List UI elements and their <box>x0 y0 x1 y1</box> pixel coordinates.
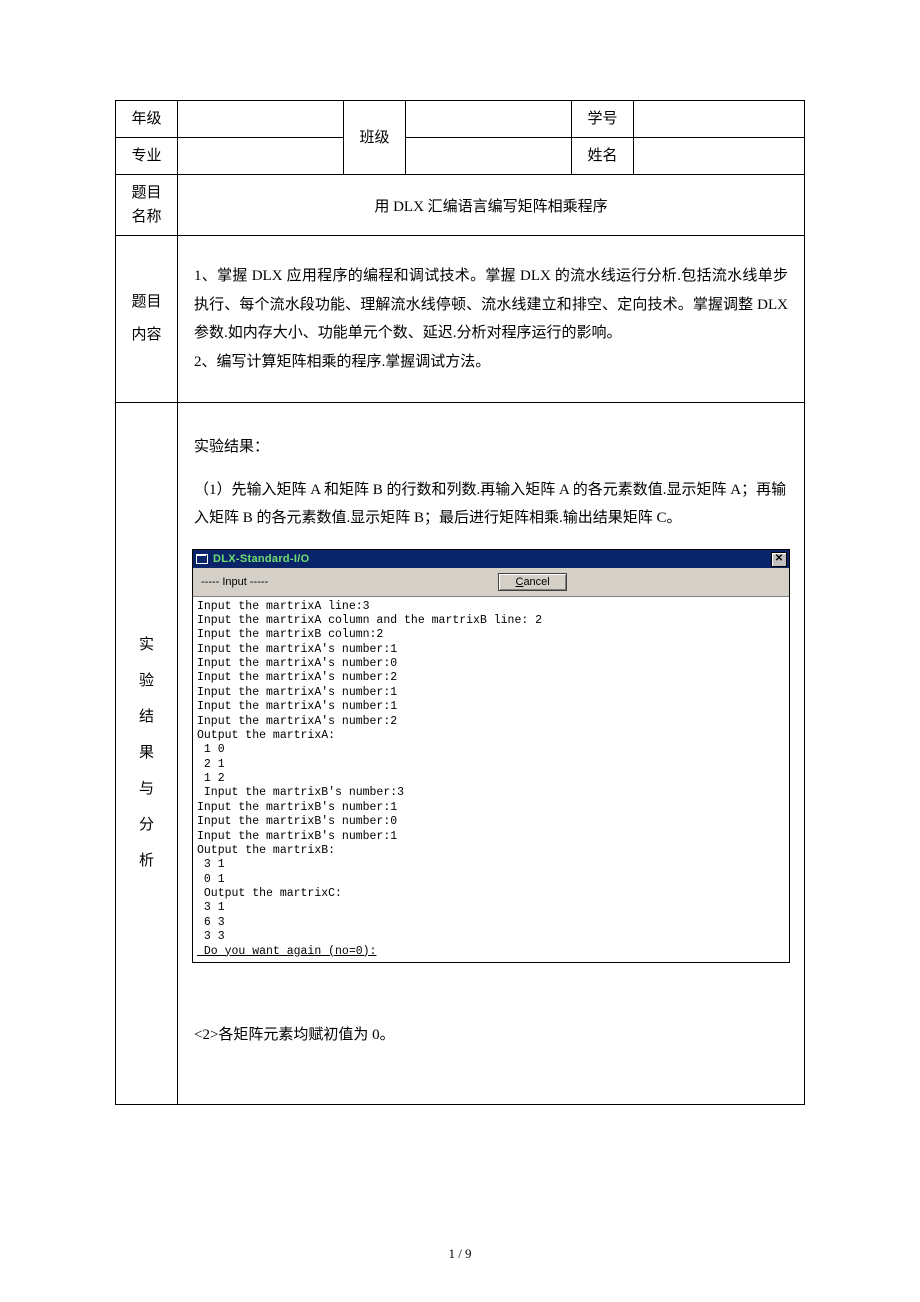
content-label: 题目内容 <box>116 236 178 403</box>
class-label: 班级 <box>344 101 406 175</box>
result-heading: 实验结果： <box>194 433 792 462</box>
class-value <box>406 101 572 138</box>
input-label: ----- Input ----- <box>201 576 268 588</box>
id-label: 学号 <box>572 101 634 138</box>
major-label: 专业 <box>116 138 178 175</box>
result-label: 实验结果与分析 <box>116 403 178 1105</box>
result-note2: <2>各矩阵元素均赋初值为 0。 <box>194 1023 792 1044</box>
result-para: （1）先输入矩阵 A 和矩阵 B 的行数和列数.再输入矩阵 A 的各元素数值.显… <box>194 476 792 533</box>
close-icon[interactable]: ✕ <box>771 552 787 567</box>
io-toolbar: ----- Input ----- Cancel <box>193 568 789 597</box>
class-value2 <box>406 138 572 175</box>
content-text: 1、掌握 DLX 应用程序的编程和调试技术。掌握 DLX 的流水线运行分析.包括… <box>178 236 805 403</box>
cancel-button[interactable]: Cancel <box>498 573 566 591</box>
io-titlebar: DLX-Standard-I/O ✕ <box>193 550 789 568</box>
major-value <box>178 138 344 175</box>
title-label: 题目名称 <box>116 175 178 236</box>
id-value <box>634 101 805 138</box>
title-value: 用 DLX 汇编语言编写矩阵相乘程序 <box>178 175 805 236</box>
io-body: Input the martrixA line:3 Input the mart… <box>193 597 789 962</box>
cancel-rest: ancel <box>523 576 549 588</box>
report-table: 年级 班级 学号 专业 姓名 题目名称 用 DLX 汇编语言编写矩阵相乘程序 题… <box>115 100 805 1105</box>
page-footer: 1 / 9 <box>0 1246 920 1262</box>
app-icon <box>195 553 209 565</box>
name-label: 姓名 <box>572 138 634 175</box>
result-body: 实验结果： （1）先输入矩阵 A 和矩阵 B 的行数和列数.再输入矩阵 A 的各… <box>178 403 805 1105</box>
io-title: DLX-Standard-I/O <box>213 553 309 565</box>
name-value <box>634 138 805 175</box>
grade-value <box>178 101 344 138</box>
grade-label: 年级 <box>116 101 178 138</box>
io-window: DLX-Standard-I/O ✕ ----- Input ----- Can… <box>192 549 790 963</box>
